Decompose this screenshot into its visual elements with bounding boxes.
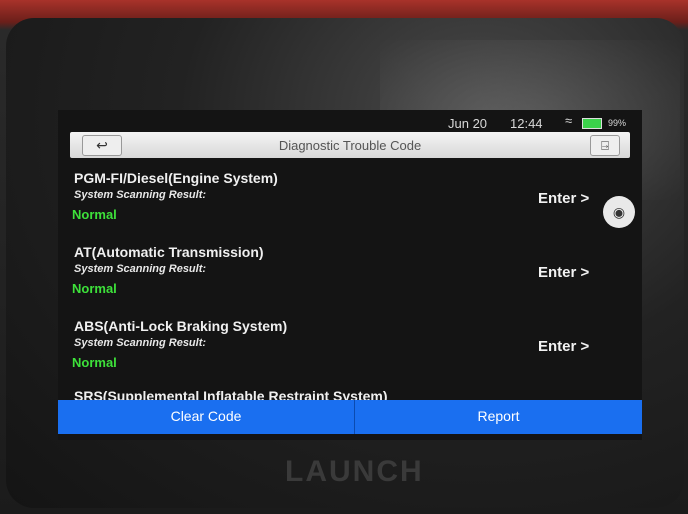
system-name: PGM-FI/Diesel(Engine System)	[74, 170, 278, 186]
scan-result-label: System Scanning Result:	[74, 337, 207, 349]
page-title: Diagnostic Trouble Code	[278, 138, 422, 153]
bottom-button-bar: Clear Code Report	[58, 400, 642, 434]
enter-button[interactable]: Enter >	[538, 190, 589, 207]
camera-icon[interactable]: ◉	[603, 196, 635, 228]
status-date: Jun 20	[448, 116, 488, 131]
system-name: AT(Automatic Transmission)	[74, 244, 264, 260]
status-time: 12:44	[510, 116, 543, 131]
scan-status: Normal	[72, 281, 117, 296]
scan-status: Normal	[72, 355, 117, 370]
brand-logo: LAUNCH	[285, 455, 424, 488]
enter-button[interactable]: Enter >	[538, 338, 589, 355]
status-bar: Jun 20 12:44 ≈ 99%	[58, 110, 642, 132]
enter-button[interactable]: Enter >	[538, 264, 589, 281]
app-screen: Jun 20 12:44 ≈ 99% ↩ Diagnostic Trouble …	[58, 110, 642, 440]
list-item: AT(Automatic Transmission) System Scanni…	[58, 234, 642, 306]
battery-percent: 99%	[608, 118, 627, 128]
list-item: ABS(Anti-Lock Braking System) System Sca…	[58, 308, 642, 380]
wifi-icon: ≈	[565, 113, 573, 128]
exit-icon: ⍈	[601, 138, 609, 153]
list-item: PGM-FI/Diesel(Engine System) System Scan…	[58, 160, 642, 232]
scan-result-label: System Scanning Result:	[74, 189, 207, 201]
battery-icon	[582, 118, 602, 129]
clear-code-button[interactable]: Clear Code	[58, 400, 355, 434]
exit-button[interactable]: ⍈	[590, 135, 620, 156]
scan-status: Normal	[72, 207, 117, 222]
system-name: ABS(Anti-Lock Braking System)	[74, 318, 288, 334]
title-bar: ↩ Diagnostic Trouble Code ⍈	[70, 132, 630, 158]
scan-result-label: System Scanning Result:	[74, 263, 207, 275]
report-button[interactable]: Report	[355, 400, 642, 434]
